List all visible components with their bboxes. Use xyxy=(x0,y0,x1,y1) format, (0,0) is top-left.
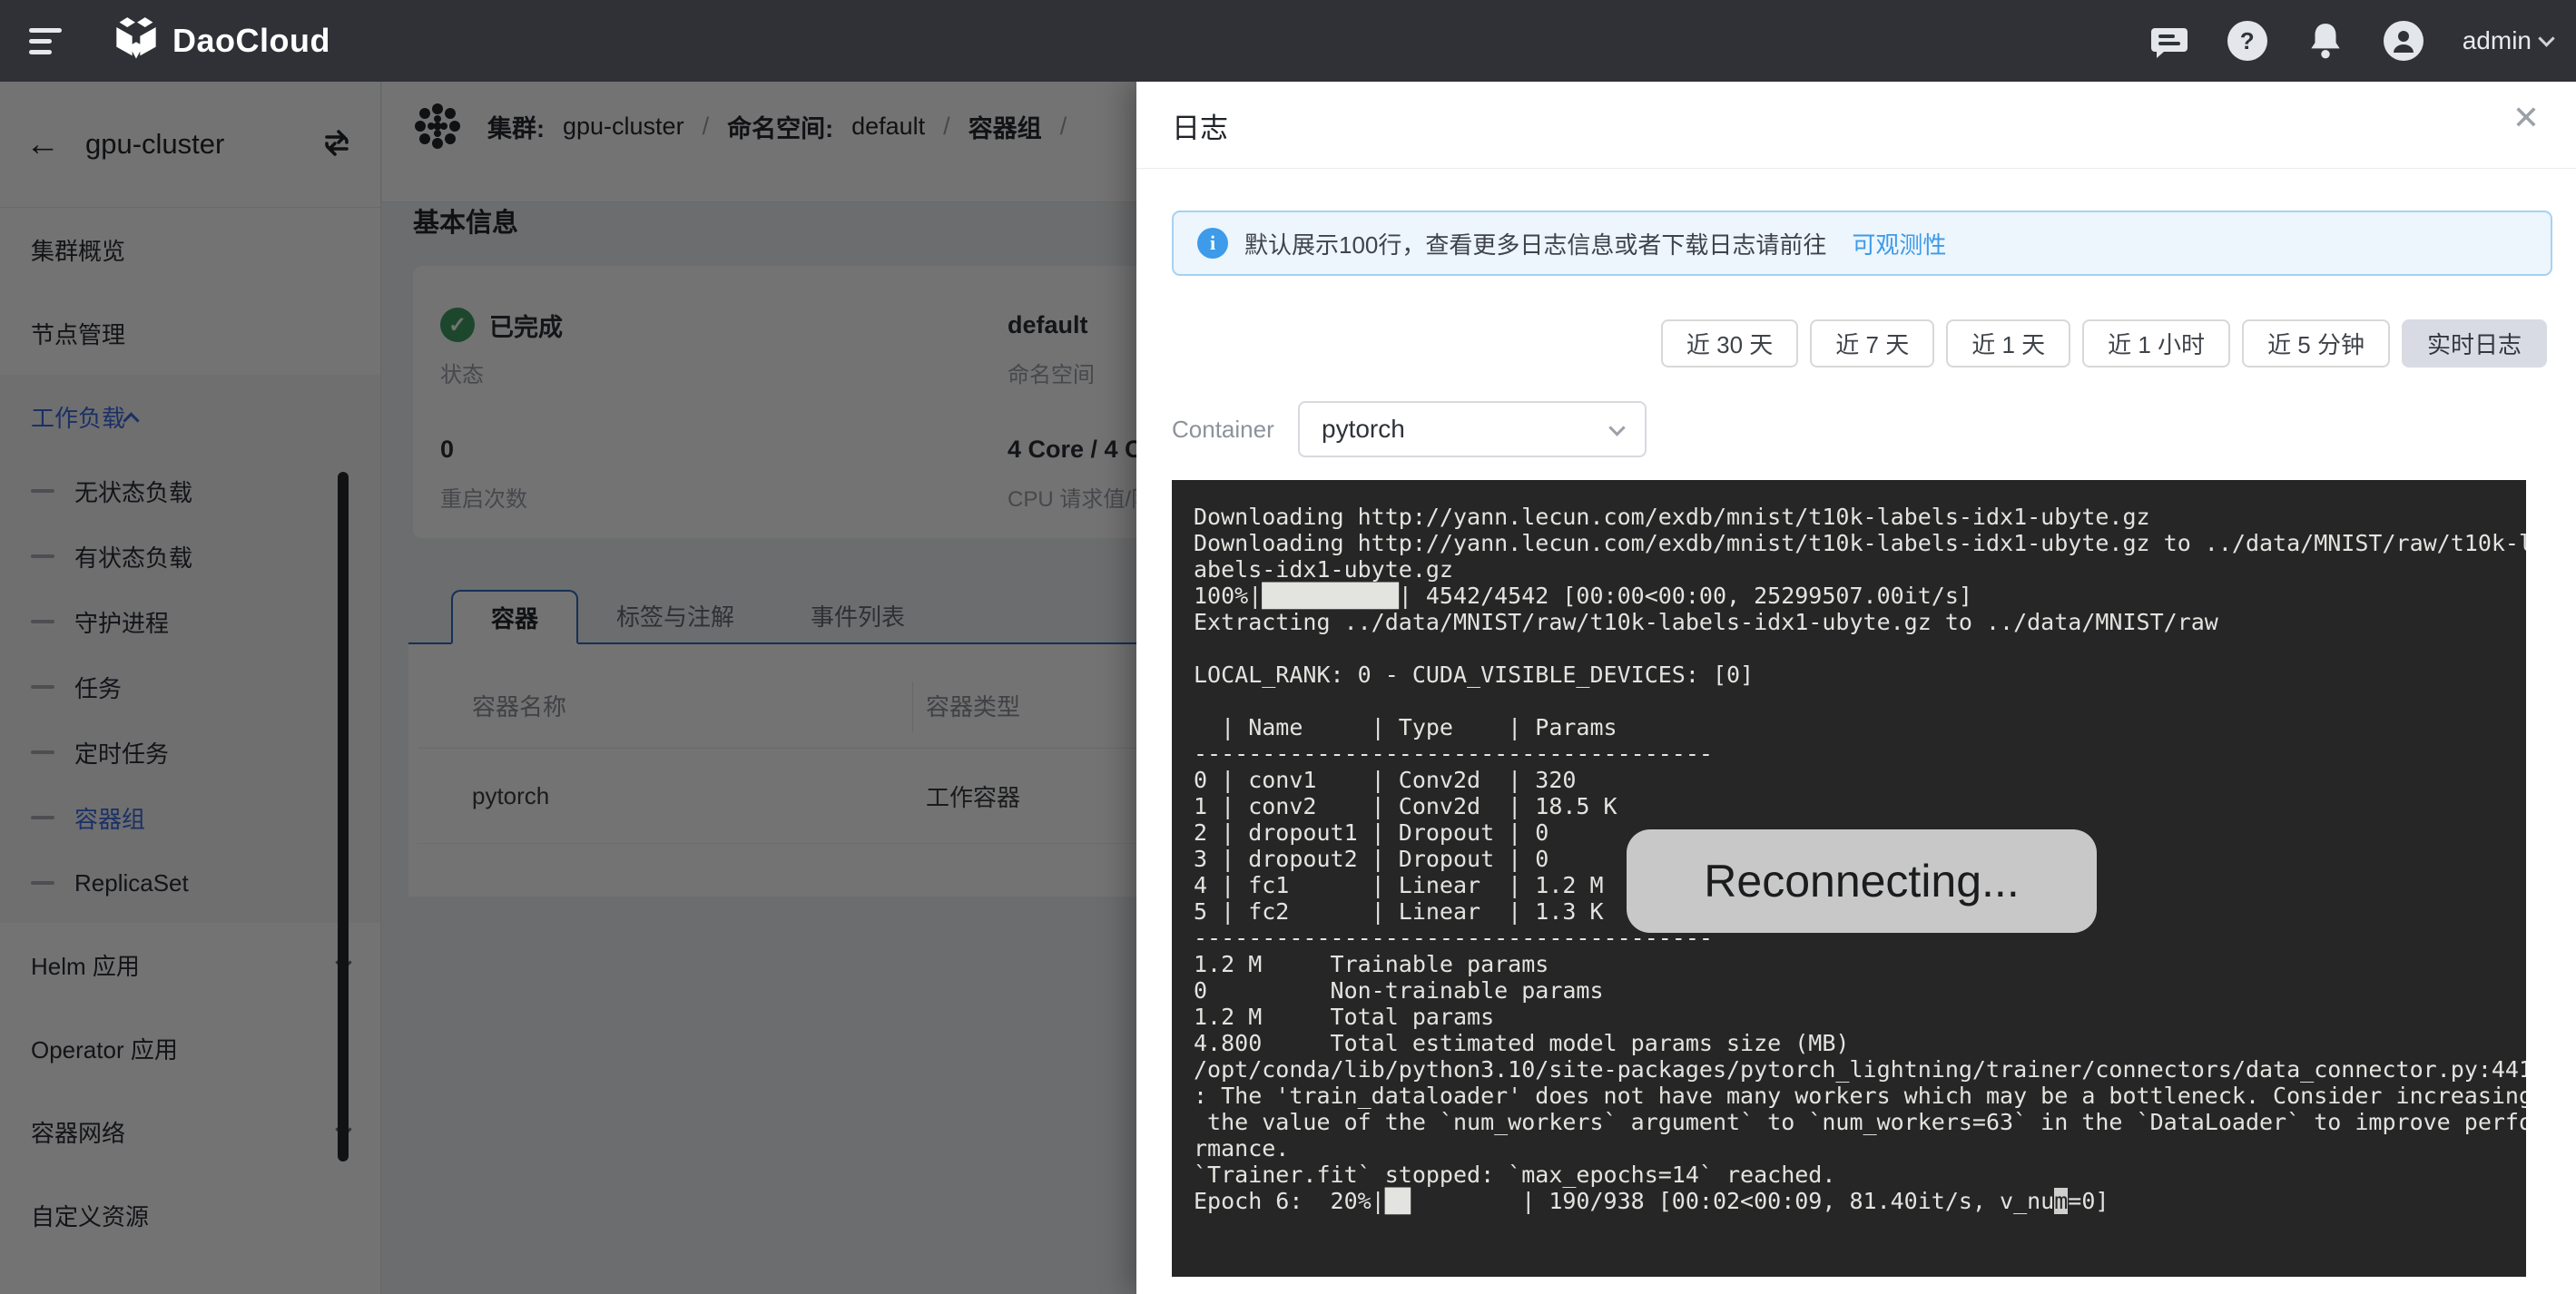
info-banner-text: 默认展示100行，查看更多日志信息或者下载日志请前往 xyxy=(1244,227,1826,260)
container-select-label: Container xyxy=(1172,416,1298,444)
log-line: : The 'train_dataloader' does not have m… xyxy=(1194,1083,2526,1109)
log-line: 1.2 M Total params xyxy=(1194,1004,2526,1030)
log-line: 0 | conv1 | Conv2d | 320 xyxy=(1194,767,2526,793)
drawer-divider xyxy=(1136,168,2576,169)
observability-link[interactable]: 可观测性 xyxy=(1852,227,1946,260)
log-line: | Name | Type | Params xyxy=(1194,714,2526,740)
log-line: /opt/conda/lib/python3.10/site-packages/… xyxy=(1194,1056,2526,1083)
time-button-实时日志[interactable]: 实时日志 xyxy=(2402,319,2547,368)
log-line: 1.2 M Trainable params xyxy=(1194,951,2526,977)
chevron-down-icon xyxy=(1608,419,1625,436)
navbar-actions: ? admin xyxy=(2148,20,2552,62)
log-line xyxy=(1194,635,2526,662)
log-line: Downloading http://yann.lecun.com/exdb/m… xyxy=(1194,504,2526,530)
log-line: `Trainer.fit` stopped: `max_epochs=14` r… xyxy=(1194,1162,2526,1188)
container-select-value: pytorch xyxy=(1322,415,1602,444)
close-icon[interactable]: ✕ xyxy=(2512,102,2540,134)
log-line: -------------------------------------- xyxy=(1194,740,2526,767)
terminal-cursor: m xyxy=(2054,1188,2068,1214)
log-line: abels-idx1-ubyte.gz xyxy=(1194,556,2526,583)
avatar-icon[interactable] xyxy=(2383,20,2424,62)
log-line xyxy=(1194,688,2526,714)
bell-icon[interactable] xyxy=(2305,20,2346,62)
log-line: LOCAL_RANK: 0 - CUDA_VISIBLE_DEVICES: [0… xyxy=(1194,662,2526,688)
log-terminal[interactable]: Reconnecting... Downloading http://yann.… xyxy=(1172,480,2526,1277)
container-select-row: Container pytorch xyxy=(1172,401,1647,457)
brand-name: DaoCloud xyxy=(172,22,330,60)
log-drawer: 日志 ✕ i 默认展示100行，查看更多日志信息或者下载日志请前往 可观测性 近… xyxy=(1136,82,2576,1294)
info-banner: i 默认展示100行，查看更多日志信息或者下载日志请前往 可观测性 xyxy=(1172,211,2552,276)
log-line: 1 | conv2 | Conv2d | 18.5 K xyxy=(1194,793,2526,819)
hamburger-icon[interactable] xyxy=(29,25,65,56)
time-button-近 1 天[interactable]: 近 1 天 xyxy=(1946,319,2070,368)
log-line: rmance. xyxy=(1194,1135,2526,1162)
username: admin xyxy=(2463,26,2532,55)
info-icon: i xyxy=(1197,228,1228,259)
log-line: Downloading http://yann.lecun.com/exdb/m… xyxy=(1194,530,2526,556)
chat-icon[interactable] xyxy=(2148,20,2190,62)
log-line: the value of the `num_workers` argument`… xyxy=(1194,1109,2526,1135)
time-button-近 1 小时[interactable]: 近 1 小时 xyxy=(2082,319,2230,368)
time-button-近 5 分钟[interactable]: 近 5 分钟 xyxy=(2242,319,2390,368)
top-navbar: DaoCloud ? xyxy=(0,0,2576,82)
log-line: 100%|██████████| 4542/4542 [00:00<00:00,… xyxy=(1194,583,2526,609)
reconnecting-toast: Reconnecting... xyxy=(1627,829,2097,933)
time-range-buttons: 近 30 天近 7 天近 1 天近 1 小时近 5 分钟实时日志 xyxy=(1661,319,2547,368)
log-line-text: =0] xyxy=(2068,1188,2109,1214)
help-icon[interactable]: ? xyxy=(2227,20,2268,62)
log-line: Epoch 6: 20%|█▉ | 190/938 [00:02<00:09, … xyxy=(1194,1188,2526,1214)
time-button-近 7 天[interactable]: 近 7 天 xyxy=(1810,319,1934,368)
log-line-text: Epoch 6: 20%|█▉ | 190/938 [00:02<00:09, … xyxy=(1194,1188,2054,1214)
log-line: 4.800 Total estimated model params size … xyxy=(1194,1030,2526,1056)
log-line: 0 Non-trainable params xyxy=(1194,977,2526,1004)
time-button-近 30 天[interactable]: 近 30 天 xyxy=(1661,319,1798,368)
log-line: Extracting ../data/MNIST/raw/t10k-labels… xyxy=(1194,609,2526,635)
logo-cube-icon xyxy=(113,15,160,67)
brand[interactable]: DaoCloud xyxy=(113,15,330,67)
app-root: DaoCloud ? xyxy=(0,0,2576,1294)
chevron-down-icon xyxy=(2538,30,2554,46)
container-select[interactable]: pytorch xyxy=(1298,401,1647,457)
user-menu[interactable]: admin xyxy=(2461,26,2552,55)
drawer-title: 日志 xyxy=(1172,105,1228,146)
